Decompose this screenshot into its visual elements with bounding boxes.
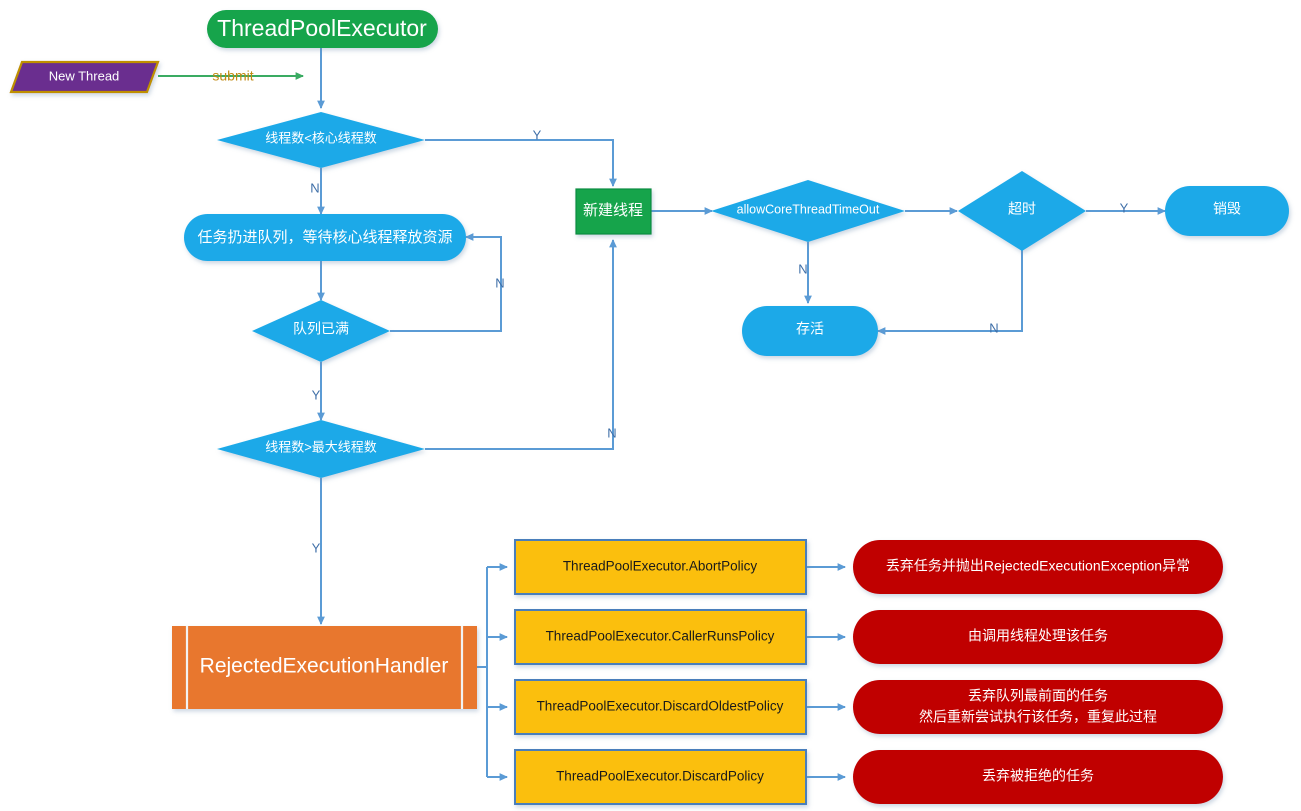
node-label-policy-1: ThreadPoolExecutor.CallerRunsPolicy (546, 629, 775, 644)
node-label-policy-desc-2-line1: 丢弃队列最前面的任务 (968, 688, 1108, 704)
edge-core-yes-to-create-thread (425, 139, 617, 187)
node-label-thread-pool-executor: ThreadPoolExecutor (217, 15, 427, 41)
node-label-policy-desc-0: 丢弃任务并抛出RejectedExecutionException异常 (886, 558, 1190, 574)
edge-label-timeout-yes: Y (1120, 200, 1129, 215)
node-label-alive: 存活 (796, 321, 824, 337)
node-label-policy-desc-3: 丢弃被拒绝的任务 (982, 768, 1094, 784)
node-label-decision-allow-core-timeout: allowCoreThreadTimeOut (737, 202, 880, 216)
edge-label-allowcore-no: N (798, 261, 807, 276)
node-label-new-thread: New Thread (49, 68, 120, 83)
node-label-decision-core-threads: 线程数<核心线程数 (265, 130, 377, 145)
edge-label-queuefull-yes: Y (312, 387, 321, 402)
edge-label-submit: submit (212, 68, 253, 84)
flowchart-canvas: submit Y N N Y N Y N Y N ThreadPoolExecu… (0, 0, 1301, 811)
node-label-decision-queue-full: 队列已满 (293, 321, 349, 337)
node-label-create-thread: 新建线程 (583, 202, 643, 219)
edge-max-no-to-create-thread (425, 239, 617, 450)
node-label-policy-desc-2-line2: 然后重新尝试执行该任务，重复此过程 (919, 709, 1157, 725)
node-label-rejected-execution-handler: RejectedExecutionHandler (200, 655, 449, 678)
node-label-queue-task: 任务扔进队列，等待核心线程释放资源 (197, 228, 452, 246)
edge-timeout-no-to-alive (877, 242, 1023, 335)
flowchart-svg: submit Y N N Y N Y N Y N ThreadPoolExecu… (9, 10, 1289, 805)
node-label-policy-3: ThreadPoolExecutor.DiscardPolicy (556, 769, 764, 784)
edge-label-core-yes: Y (533, 127, 542, 142)
edge-label-core-no: N (310, 180, 319, 195)
node-label-destroy: 销毁 (1213, 201, 1241, 217)
edge-label-timeout-no: N (989, 320, 998, 335)
node-label-policy-2: ThreadPoolExecutor.DiscardOldestPolicy (537, 699, 784, 714)
node-label-decision-max-threads: 线程数>最大线程数 (265, 439, 377, 454)
edge-label-max-no: N (607, 425, 616, 440)
node-label-policy-desc-1: 由调用线程处理该任务 (968, 628, 1108, 644)
edge-label-max-yes: Y (312, 540, 321, 555)
node-label-decision-timeout: 超时 (1008, 201, 1036, 217)
node-label-policy-0: ThreadPoolExecutor.AbortPolicy (563, 559, 758, 574)
edge-label-queuefull-no: N (495, 275, 504, 290)
